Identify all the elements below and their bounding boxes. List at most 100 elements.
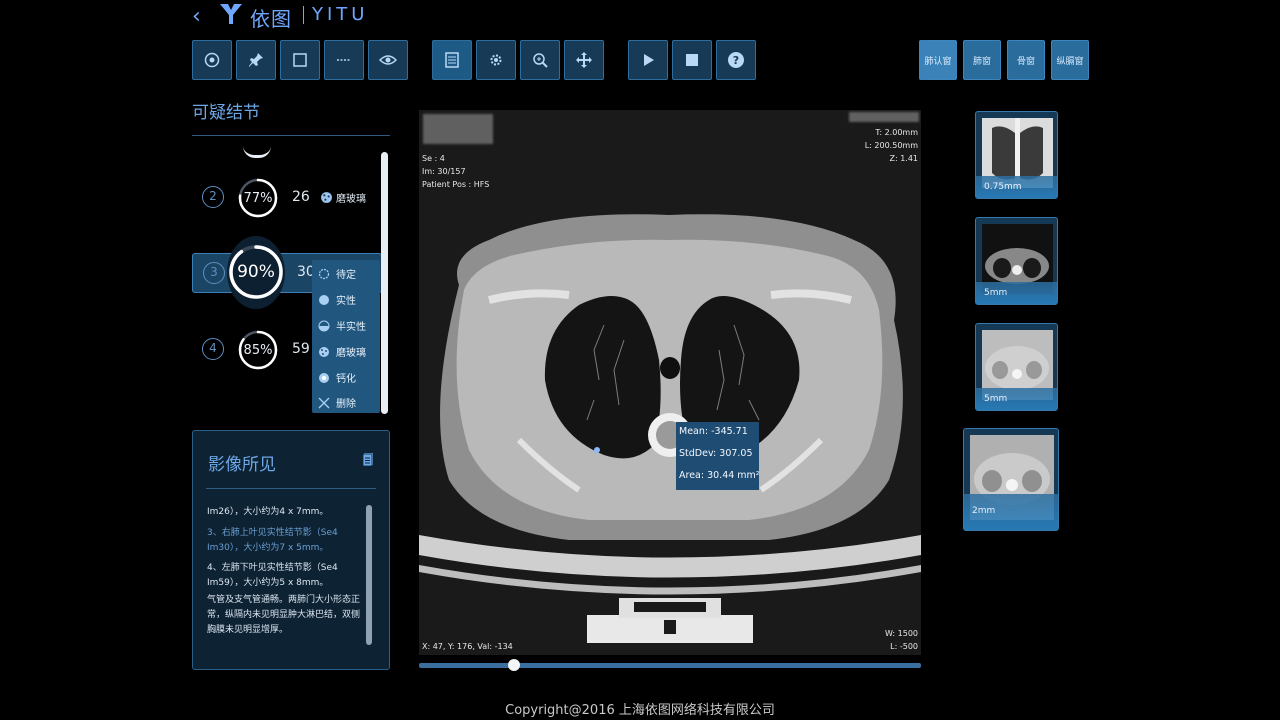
series-thumbnail[interactable]: 5mm [975, 323, 1058, 411]
layout-tool-button[interactable] [432, 40, 472, 80]
ruler-tool-button[interactable] [324, 40, 364, 80]
menu-item-calcified[interactable]: 钙化 [312, 365, 380, 390]
roi-area: Area: 30.44 mm² [679, 470, 760, 481]
ground-glass-icon [319, 346, 329, 357]
series-thumbnail[interactable]: 5mm [975, 217, 1058, 305]
cursor-readout: X: 47, Y: 176, Val: -134 [422, 642, 513, 651]
rect-icon [293, 53, 307, 67]
back-icon[interactable]: ‹ [192, 4, 201, 29]
layout-icon [445, 52, 459, 68]
nodule-size: 26 [292, 189, 310, 205]
finding-text-highlighted[interactable]: 3、右肺上叶见实性结节影（Se4 Im30），大小约为7 x 5mm。 [207, 526, 365, 556]
nodule-index: 4 [202, 338, 224, 360]
series-label: Se : 4 [422, 154, 445, 163]
tab-window-bone[interactable]: 骨窗 [1007, 40, 1045, 80]
menu-item-label: 待定 [336, 270, 356, 281]
zoom-level-label: Z: 1.41 [889, 154, 918, 163]
pin-tool-button[interactable] [236, 40, 276, 80]
nodule-ring-partial [243, 146, 271, 158]
pan-tool-button[interactable] [564, 40, 604, 80]
roi-stddev: StdDev: 307.05 [679, 448, 753, 459]
confidence-value: 85% [243, 342, 273, 358]
menu-item-label: 半实性 [336, 322, 366, 333]
thickness-label: T: 2.00mm [875, 128, 918, 137]
nodule-row[interactable]: 2 77% 26 磨玻璃 [192, 177, 380, 219]
ruler-icon [337, 59, 351, 61]
target-tool-button[interactable] [192, 40, 232, 80]
stop-icon [686, 54, 698, 66]
confidence-value: 90% [237, 262, 275, 282]
confidence-value: 77% [243, 190, 273, 206]
eye-tool-button[interactable] [368, 40, 408, 80]
roi-measurement-box: Mean: -345.71 StdDev: 307.05 Area: 30.44… [676, 422, 760, 490]
ct-scan-image [419, 110, 921, 655]
tab-window-lung[interactable]: 肺窗 [963, 40, 1001, 80]
series-thumbnail-selected[interactable]: 2mm [963, 428, 1059, 531]
solid-icon [319, 294, 329, 305]
pan-icon [576, 52, 592, 68]
menu-item-solid[interactable]: 实性 [312, 287, 380, 312]
eye-icon [379, 55, 397, 65]
target-icon [204, 52, 220, 68]
divider [192, 135, 390, 136]
patient-position-label: Patient Pos : HFS [422, 180, 490, 189]
confidence-ring: 77% [237, 177, 279, 219]
help-button[interactable]: ? [716, 40, 756, 80]
menu-item-ground-glass[interactable]: 磨玻璃 [312, 339, 380, 364]
help-icon: ? [728, 52, 744, 68]
confidence-ring: 85% [237, 329, 279, 371]
thumbnail-label: 0.75mm [984, 182, 1022, 192]
zoom-tool-button[interactable] [520, 40, 560, 80]
redacted-patient-info [423, 114, 493, 144]
nodule-size: 59 [292, 341, 310, 357]
ct-image-viewer[interactable]: Se : 4 Im: 30/157 Patient Pos : HFS T: 2… [419, 110, 921, 655]
tab-window-mediastinum[interactable]: 纵膈窗 [1051, 40, 1089, 80]
menu-item-label: 实性 [336, 296, 356, 307]
part-solid-icon [318, 320, 330, 331]
ground-glass-icon [321, 192, 332, 203]
finding-text: Im26），大小约为4 x 7mm。 [207, 507, 329, 517]
nodule-list-scroll-thumb[interactable] [381, 152, 388, 414]
stop-button[interactable] [672, 40, 712, 80]
nodule-type-menu: 待定 实性 半实性 磨玻璃 钙化 删除 [312, 260, 380, 413]
rect-tool-button[interactable] [280, 40, 320, 80]
settings-tool-button[interactable] [476, 40, 516, 80]
nodules-title: 可疑结节 [192, 103, 260, 123]
thumbnail-label: 5mm [984, 288, 1008, 298]
brand-divider [303, 6, 304, 24]
roi-mean: Mean: -345.71 [679, 426, 748, 437]
divider [206, 488, 376, 489]
tab-window-default[interactable]: 肺认窗 [919, 40, 957, 80]
menu-item-label: 磨玻璃 [336, 348, 366, 359]
slice-slider-track[interactable] [419, 663, 921, 668]
document-icon[interactable] [362, 452, 374, 467]
play-icon [644, 54, 654, 66]
image-index-label: Im: 30/157 [422, 167, 466, 176]
menu-item-label: 删除 [336, 399, 356, 410]
brand-name-en: YITU [312, 4, 369, 25]
series-thumbnail[interactable]: 0.75mm [975, 111, 1058, 199]
confidence-ring-selected: 90% [227, 236, 285, 309]
play-button[interactable] [628, 40, 668, 80]
thumbnail-label: 2mm [972, 506, 996, 516]
delete-icon [318, 397, 330, 408]
settings-icon [490, 54, 502, 66]
pending-icon [318, 268, 330, 279]
findings-scroll-thumb[interactable] [366, 505, 372, 645]
window-width-label: W: 1500 [884, 629, 918, 638]
copyright-footer: Copyright@2016 上海依图网络科技有限公司 [505, 703, 775, 718]
menu-item-pending[interactable]: 待定 [312, 261, 380, 286]
zoom-icon [533, 53, 548, 68]
menu-item-delete[interactable]: 删除 [312, 390, 380, 415]
yitu-logo-icon [220, 4, 242, 24]
nodule-type: 磨玻璃 [336, 194, 366, 205]
brand-name-cn: 依图 [250, 7, 292, 31]
nodule-index: 3 [203, 262, 225, 284]
nodule-index: 2 [202, 186, 224, 208]
pin-icon [249, 53, 263, 67]
slice-slider-handle[interactable] [508, 659, 521, 671]
calcified-icon [319, 372, 329, 383]
finding-text: 气管及支气管通畅。两肺门大小形态正常，纵隔内未见明显肿大淋巴结，双侧胸膜未见明显… [207, 595, 361, 635]
thumbnail-label: 5mm [984, 394, 1008, 404]
menu-item-part-solid[interactable]: 半实性 [312, 313, 380, 338]
